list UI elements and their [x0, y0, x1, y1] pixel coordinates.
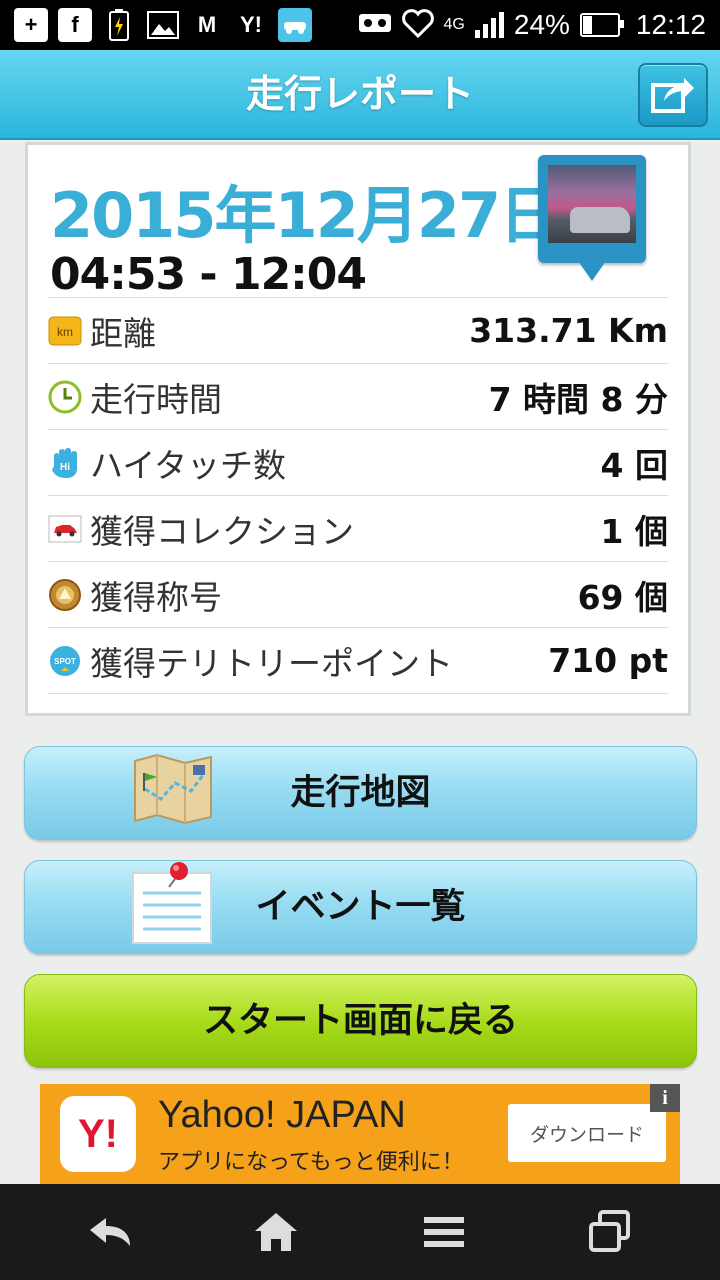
- driving-map-label: 走行地図: [290, 773, 431, 813]
- report-card: 2015年12月27日 04:53 - 12:04 km 距離 313.71 K…: [25, 142, 691, 716]
- stat-value: 69 個: [577, 577, 668, 617]
- report-date: 2015年12月27日: [50, 179, 561, 252]
- back-icon[interactable]: [80, 1204, 140, 1260]
- navigation-bar: [0, 1184, 720, 1280]
- event-list-label: イベント一覧: [255, 887, 466, 927]
- battery-percent: 24%: [513, 9, 570, 40]
- stat-row-titles: 獲得称号 69 個: [48, 561, 668, 627]
- ad-download-button[interactable]: ダウンロード: [508, 1104, 666, 1162]
- stat-label: ハイタッチ数: [90, 445, 287, 485]
- status-bar: + f M Y! 4G 24% 12:12: [0, 0, 720, 50]
- title-medal-icon: [48, 578, 82, 612]
- battery-charging-icon: [102, 8, 136, 42]
- stat-value: 1 個: [600, 511, 668, 551]
- km-icon: km: [48, 314, 82, 348]
- menu-icon[interactable]: [414, 1204, 474, 1260]
- stat-value: 4 回: [600, 445, 668, 485]
- share-button[interactable]: [638, 63, 708, 127]
- spot-icon: SPOT: [48, 644, 82, 678]
- ad-banner[interactable]: Y! Yahoo! JAPAN アプリになってもっと便利に！ ダウンロード i: [40, 1084, 680, 1184]
- header-bar: 走行レポート: [0, 50, 720, 140]
- signal-icon: [474, 12, 504, 38]
- yahoo-logo: Y!: [60, 1096, 136, 1172]
- heart-monitor-icon: [401, 8, 434, 42]
- gmail-icon: M: [197, 12, 217, 37]
- stat-value: 313.71 Km: [469, 311, 668, 350]
- stat-row-hi-touch: Hi ハイタッチ数 4 回: [48, 429, 668, 495]
- hi-touch-icon: Hi: [48, 446, 82, 480]
- stat-row-distance: km 距離 313.71 Km: [48, 297, 668, 363]
- minkara-icon: [278, 8, 312, 42]
- stat-row-collection: 獲得コレクション 1 個: [48, 495, 668, 561]
- yahoo-icon: Y!: [240, 12, 262, 37]
- voicemail-icon: [358, 11, 392, 39]
- battery-icon: [579, 13, 624, 37]
- km-icon-text: km: [57, 325, 73, 339]
- back-to-start-label: スタート画面に戻る: [202, 1001, 518, 1041]
- stat-label: 距離: [90, 313, 156, 353]
- share-icon: [651, 78, 694, 113]
- ad-title: Yahoo! JAPAN: [158, 1094, 406, 1136]
- event-list-button[interactable]: イベント一覧: [24, 860, 697, 954]
- photo-pin-icon[interactable]: [538, 155, 648, 287]
- stat-value: 7 時間 8 分: [488, 379, 668, 419]
- stat-label: 獲得称号: [90, 577, 222, 617]
- clock: 12:12: [635, 9, 706, 40]
- back-to-start-button[interactable]: スタート画面に戻る: [24, 974, 697, 1068]
- network-type: 4G: [443, 16, 465, 33]
- hi-touch-icon-text: Hi: [60, 462, 70, 473]
- facebook-icon: f: [58, 8, 92, 42]
- spot-icon-text: SPOT: [54, 657, 76, 666]
- stat-label: 走行時間: [90, 379, 222, 419]
- page-title: 走行レポート: [245, 72, 474, 116]
- stat-value: 710 pt: [548, 641, 668, 680]
- ad-subtitle: アプリになってもっと便利に！: [158, 1150, 464, 1175]
- report-time-range: 04:53 - 12:04: [50, 249, 367, 300]
- ad-info-icon[interactable]: i: [650, 1084, 680, 1112]
- recent-apps-icon[interactable]: [580, 1204, 640, 1260]
- home-icon[interactable]: [246, 1204, 306, 1260]
- stat-row-territory: SPOT 獲得テリトリーポイント 710 pt: [48, 627, 668, 694]
- report-stats: km 距離 313.71 Km 走行時間 7 時間 8 分 Hi ハイタッチ数 …: [48, 297, 668, 694]
- add-icon: +: [14, 8, 48, 42]
- car-collection-icon: [48, 512, 82, 546]
- stat-row-duration: 走行時間 7 時間 8 分: [48, 363, 668, 429]
- gallery-icon: [146, 8, 180, 42]
- clock-icon: [48, 380, 82, 414]
- stat-label: 獲得テリトリーポイント: [90, 643, 453, 683]
- stat-label: 獲得コレクション: [90, 511, 354, 551]
- driving-map-button[interactable]: 走行地図: [24, 746, 697, 840]
